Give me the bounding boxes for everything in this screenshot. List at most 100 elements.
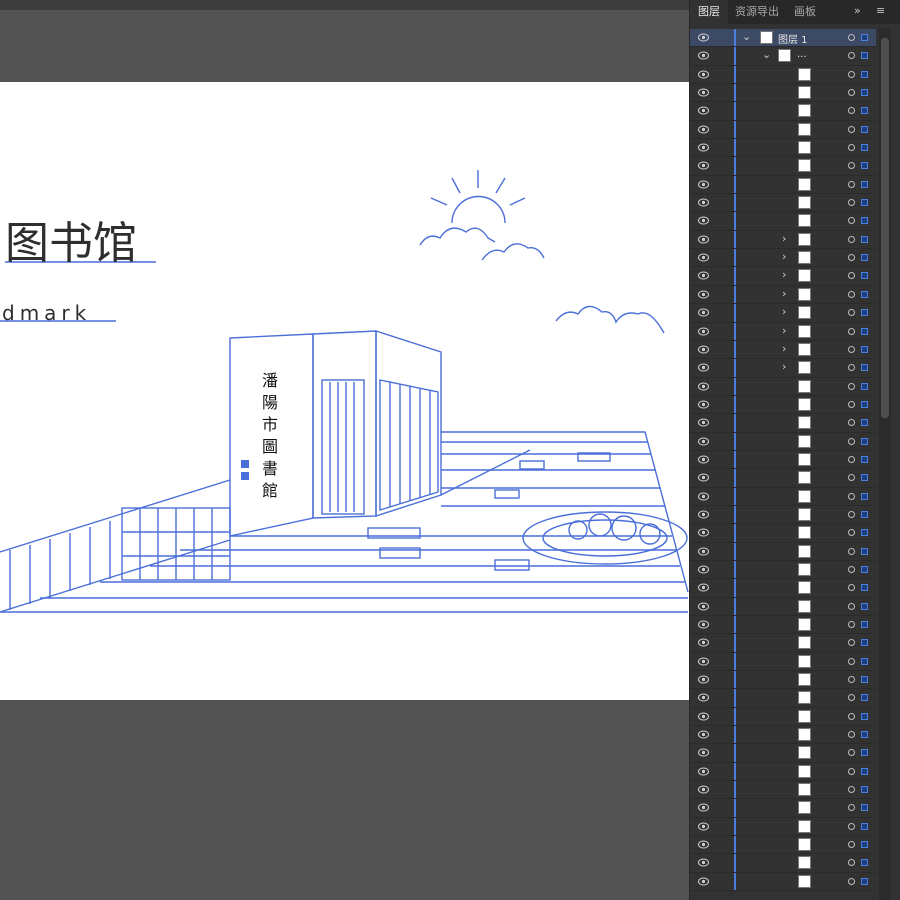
layer-row[interactable] xyxy=(690,395,876,415)
visibility-eye-icon[interactable] xyxy=(698,730,709,739)
target-circle-icon[interactable] xyxy=(848,419,855,427)
visibility-eye-icon[interactable] xyxy=(698,363,709,372)
selection-square-icon[interactable] xyxy=(861,547,868,555)
layer-row[interactable] xyxy=(690,836,876,855)
visibility-eye-icon[interactable] xyxy=(698,253,709,262)
layer-row[interactable] xyxy=(690,469,876,488)
visibility-eye-icon[interactable] xyxy=(698,620,709,629)
selection-square-icon[interactable] xyxy=(861,345,868,353)
target-circle-icon[interactable] xyxy=(848,547,855,555)
selection-square-icon[interactable] xyxy=(861,400,868,408)
layer-row[interactable] xyxy=(690,194,876,213)
chevron-right-icon[interactable]: › xyxy=(782,342,786,355)
selection-square-icon[interactable] xyxy=(861,694,868,702)
target-circle-icon[interactable] xyxy=(848,712,855,720)
target-circle-icon[interactable] xyxy=(848,621,855,628)
layer-row[interactable] xyxy=(690,212,876,231)
layer-row[interactable] xyxy=(690,744,876,763)
target-circle-icon[interactable] xyxy=(848,492,855,500)
layer-row[interactable] xyxy=(690,414,876,433)
layer-row-main[interactable]: ⌄ 图层 1 xyxy=(690,29,876,48)
visibility-eye-icon[interactable] xyxy=(698,271,709,280)
selection-square-icon[interactable] xyxy=(861,510,868,518)
panel-menu-icon[interactable]: ≡ xyxy=(876,4,885,17)
visibility-eye-icon[interactable] xyxy=(698,180,709,189)
target-circle-icon[interactable] xyxy=(848,841,855,849)
selection-square-icon[interactable] xyxy=(861,474,868,482)
layer-row[interactable] xyxy=(690,560,876,580)
selection-square-icon[interactable] xyxy=(861,254,868,262)
selection-square-icon[interactable] xyxy=(861,712,868,720)
visibility-eye-icon[interactable] xyxy=(698,748,709,757)
selection-square-icon[interactable] xyxy=(861,89,868,97)
chevron-down-icon[interactable]: ⌄ xyxy=(742,30,751,43)
visibility-eye-icon[interactable] xyxy=(698,785,709,794)
visibility-eye-icon[interactable] xyxy=(698,565,709,574)
visibility-eye-icon[interactable] xyxy=(698,528,709,537)
target-circle-icon[interactable] xyxy=(848,235,855,243)
selection-square-icon[interactable] xyxy=(861,34,868,41)
selection-square-icon[interactable] xyxy=(861,327,868,335)
layer-row[interactable] xyxy=(690,139,876,158)
layer-row[interactable] xyxy=(690,781,876,800)
target-circle-icon[interactable] xyxy=(848,455,855,463)
target-circle-icon[interactable] xyxy=(848,676,855,684)
selection-square-icon[interactable] xyxy=(861,804,868,812)
visibility-eye-icon[interactable] xyxy=(698,767,709,776)
visibility-eye-icon[interactable] xyxy=(698,712,709,721)
target-circle-icon[interactable] xyxy=(848,70,855,78)
target-circle-icon[interactable] xyxy=(848,565,855,573)
layer-row[interactable] xyxy=(690,432,876,451)
target-circle-icon[interactable] xyxy=(848,529,855,537)
visibility-eye-icon[interactable] xyxy=(698,308,709,317)
visibility-eye-icon[interactable] xyxy=(698,822,709,831)
selection-square-icon[interactable] xyxy=(861,841,868,849)
layer-row[interactable]: › xyxy=(690,340,876,360)
chevron-right-icon[interactable]: › xyxy=(782,305,786,318)
target-circle-icon[interactable] xyxy=(848,437,855,445)
selection-square-icon[interactable] xyxy=(861,859,868,867)
visibility-eye-icon[interactable] xyxy=(698,290,709,299)
target-circle-icon[interactable] xyxy=(848,144,855,152)
layer-row[interactable] xyxy=(690,102,876,121)
chevron-right-icon[interactable]: › xyxy=(782,232,786,245)
selection-square-icon[interactable] xyxy=(861,272,868,280)
target-circle-icon[interactable] xyxy=(848,217,855,225)
layer-row[interactable] xyxy=(690,487,876,506)
tab-layers[interactable]: 图层 xyxy=(690,0,728,24)
layer-row[interactable]: › xyxy=(690,249,876,268)
layer-row[interactable]: › xyxy=(690,304,876,323)
layer-row[interactable] xyxy=(690,542,876,561)
target-circle-icon[interactable] xyxy=(848,162,855,170)
target-circle-icon[interactable] xyxy=(848,52,855,60)
target-circle-icon[interactable] xyxy=(848,474,855,482)
visibility-eye-icon[interactable] xyxy=(698,327,709,336)
target-circle-icon[interactable] xyxy=(848,345,855,353)
selection-square-icon[interactable] xyxy=(861,529,868,537)
scrollbar-thumb[interactable] xyxy=(881,38,889,418)
target-circle-icon[interactable] xyxy=(848,694,855,702)
selection-square-icon[interactable] xyxy=(861,125,868,133)
layer-row[interactable] xyxy=(690,597,876,616)
target-circle-icon[interactable] xyxy=(848,382,855,390)
visibility-eye-icon[interactable] xyxy=(698,583,709,592)
target-circle-icon[interactable] xyxy=(848,89,855,97)
selection-square-icon[interactable] xyxy=(861,199,868,207)
selection-square-icon[interactable] xyxy=(861,767,868,775)
selection-square-icon[interactable] xyxy=(861,364,868,372)
layer-row[interactable] xyxy=(690,616,876,635)
visibility-eye-icon[interactable] xyxy=(698,400,709,409)
target-circle-icon[interactable] xyxy=(848,804,855,812)
target-circle-icon[interactable] xyxy=(848,180,855,188)
selection-square-icon[interactable] xyxy=(861,162,868,170)
visibility-eye-icon[interactable] xyxy=(698,418,709,427)
selection-square-icon[interactable] xyxy=(861,749,868,757)
layer-row[interactable] xyxy=(690,726,876,745)
target-circle-icon[interactable] xyxy=(848,602,855,610)
visibility-eye-icon[interactable] xyxy=(698,106,709,115)
layer-row[interactable] xyxy=(690,671,876,690)
target-circle-icon[interactable] xyxy=(848,657,855,665)
visibility-eye-icon[interactable] xyxy=(698,216,709,225)
visibility-eye-icon[interactable] xyxy=(698,638,709,647)
visibility-eye-icon[interactable] xyxy=(698,840,709,849)
